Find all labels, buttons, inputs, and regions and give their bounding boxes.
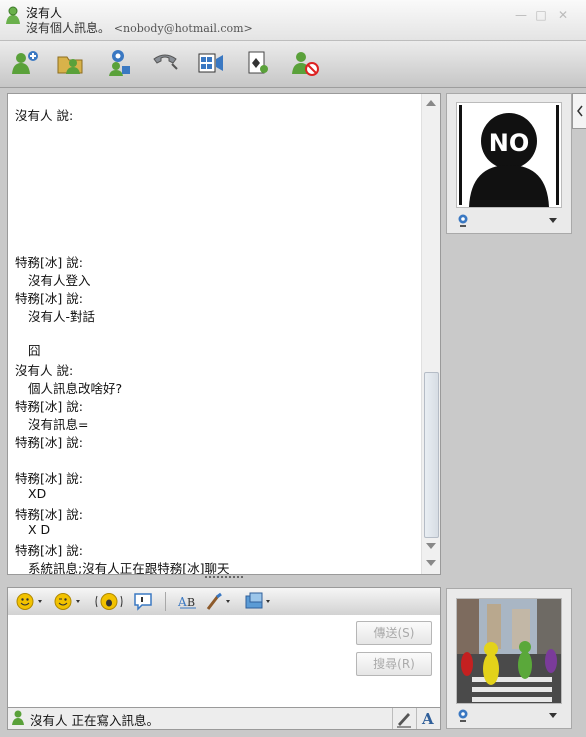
nudge-button[interactable] bbox=[94, 592, 124, 611]
paintbrush-icon bbox=[206, 592, 230, 610]
chat-history-text: 沒有人 說: 特務[冰] 說: 沒有人登入 特務[冰] 說: 沒有人-對話 囧 … bbox=[8, 94, 422, 574]
message-line: XD bbox=[28, 486, 47, 501]
nudge-icon bbox=[95, 593, 123, 610]
message-line: 系統訊息;沒有人正在跟特務[冰]聊天 bbox=[28, 561, 230, 574]
webcam-icon[interactable] bbox=[457, 709, 469, 722]
pen-icon bbox=[397, 713, 411, 728]
window-image-icon bbox=[245, 592, 270, 609]
message-input[interactable]: 傳送(S) 搜尋(R) bbox=[7, 615, 441, 708]
message-line: 沒有人登入 bbox=[28, 273, 91, 288]
svg-text:A: A bbox=[421, 710, 434, 728]
message-line: 囧 bbox=[28, 343, 41, 358]
message-line: 沒有訊息= bbox=[28, 417, 89, 432]
font-button[interactable]: AB bbox=[176, 592, 200, 611]
speaker-line: 特務[冰] 說: bbox=[15, 255, 83, 270]
scroll-thumb[interactable] bbox=[424, 372, 439, 538]
no-sign-text: NO bbox=[489, 129, 530, 157]
my-picture-frame bbox=[446, 588, 572, 729]
folder-icon bbox=[57, 56, 83, 74]
typing-status: 沒有人 正在寫入訊息。 bbox=[30, 713, 159, 728]
phone-icon bbox=[153, 54, 178, 70]
webcam-icon[interactable] bbox=[457, 214, 469, 227]
title-subline: 沒有個人訊息。 <nobody@hotmail.com> bbox=[26, 19, 253, 36]
background-button[interactable] bbox=[204, 592, 234, 611]
chevron-left-icon bbox=[577, 105, 583, 117]
handwriting-button[interactable] bbox=[392, 708, 415, 729]
scroll-down-arrow[interactable] bbox=[426, 543, 436, 549]
scroll-end-arrow[interactable] bbox=[426, 560, 436, 566]
font-icon: AB bbox=[177, 595, 196, 609]
chat-history[interactable]: 沒有人 說: 特務[冰] 說: 沒有人登入 特務[冰] 說: 沒有人-對話 囧 … bbox=[7, 93, 441, 575]
scroll-up-arrow[interactable] bbox=[426, 100, 436, 106]
compose-toolbar: AB bbox=[7, 587, 441, 616]
block-user-icon bbox=[292, 52, 319, 76]
playing-card-icon bbox=[248, 51, 268, 74]
contact-display-picture[interactable]: NO bbox=[456, 102, 562, 208]
history-scrollbar[interactable] bbox=[421, 94, 440, 574]
send-button[interactable]: 傳送(S) bbox=[356, 621, 432, 645]
invite-contact-button[interactable] bbox=[10, 49, 42, 79]
speech-bubble-icon bbox=[134, 593, 152, 611]
speaker-line: 特務[冰] 說: bbox=[15, 543, 83, 558]
wink-icon bbox=[54, 593, 80, 610]
pane-splitter-handle[interactable] bbox=[205, 576, 243, 582]
message-line: 沒有人-對話 bbox=[28, 309, 96, 324]
minimize-button[interactable]: — bbox=[514, 8, 528, 22]
wink-button[interactable] bbox=[54, 592, 84, 611]
close-button[interactable]: ✕ bbox=[556, 8, 570, 22]
personal-message: 沒有個人訊息。 bbox=[26, 21, 111, 35]
search-button[interactable]: 搜尋(R) bbox=[356, 652, 432, 676]
webcam-person-icon bbox=[109, 50, 130, 76]
buddy-icon bbox=[5, 6, 25, 26]
invite-contact-icon bbox=[12, 51, 38, 74]
smiley-icon bbox=[16, 593, 42, 610]
contact-email: <nobody@hotmail.com> bbox=[113, 22, 253, 35]
send-files-button[interactable] bbox=[56, 49, 88, 79]
speaker-line: 特務[冰] 說: bbox=[15, 291, 83, 306]
message-line: 個人訊息改啥好? bbox=[28, 381, 123, 396]
my-display-picture[interactable] bbox=[456, 598, 562, 704]
games-button[interactable] bbox=[244, 49, 276, 79]
title-bar: 沒有人 沒有個人訊息。 <nobody@hotmail.com> — □ ✕ bbox=[0, 0, 586, 41]
letter-a-icon: A bbox=[421, 710, 434, 728]
voice-call-button[interactable] bbox=[150, 49, 182, 79]
maximize-button[interactable]: □ bbox=[534, 8, 548, 22]
chevron-down-icon[interactable] bbox=[549, 218, 557, 223]
status-bar: 沒有人 正在寫入訊息。 A bbox=[7, 707, 441, 730]
film-icon bbox=[198, 53, 223, 73]
activities-button[interactable] bbox=[196, 49, 228, 79]
speaker-line: 特務[冰] 說: bbox=[15, 399, 83, 414]
display-picture-button[interactable] bbox=[244, 592, 274, 611]
emoticon-button[interactable] bbox=[16, 592, 46, 611]
speaker-line: 特務[冰] 說: bbox=[15, 435, 83, 450]
speaker-line: 沒有人 說: bbox=[15, 363, 74, 378]
collapse-panel-button[interactable] bbox=[572, 93, 586, 129]
voice-clip-button[interactable] bbox=[132, 592, 154, 611]
video-call-button[interactable] bbox=[104, 49, 136, 79]
text-mode-button[interactable]: A bbox=[416, 708, 439, 729]
svg-text:B: B bbox=[187, 596, 195, 609]
speaker-line: 特務[冰] 說: bbox=[15, 507, 83, 522]
main-toolbar bbox=[0, 41, 586, 88]
toolbar-divider bbox=[165, 592, 166, 611]
chevron-down-icon[interactable] bbox=[549, 713, 557, 718]
message-line: X D bbox=[28, 522, 51, 537]
speaker-line: 特務[冰] 說: bbox=[15, 471, 83, 486]
buddy-icon bbox=[11, 710, 27, 729]
block-contact-button[interactable] bbox=[290, 49, 322, 79]
contact-picture-frame: NO bbox=[446, 93, 572, 234]
svg-text:A: A bbox=[177, 595, 187, 609]
speaker-line: 沒有人 說: bbox=[15, 108, 74, 123]
